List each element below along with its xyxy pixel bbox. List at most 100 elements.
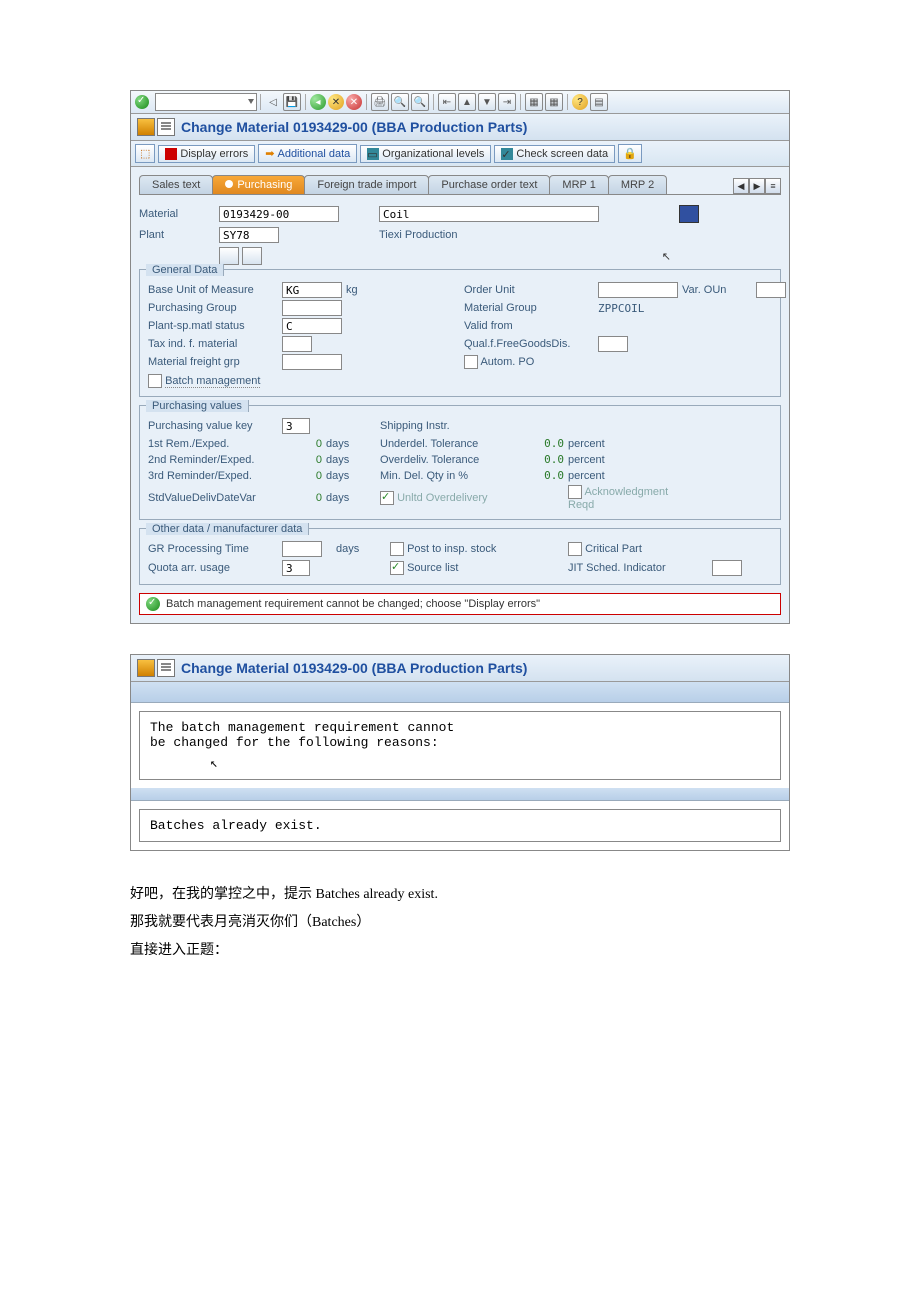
prev-page-icon[interactable]: ▲ (458, 93, 476, 111)
cursor-icon: ↖ (662, 250, 671, 263)
layout-icon[interactable]: ▤ (590, 93, 608, 111)
revision-icon[interactable] (219, 247, 239, 265)
first-page-icon[interactable]: ⇤ (438, 93, 456, 111)
tax-ind-label: Tax ind. f. material (148, 338, 278, 350)
save-icon[interactable]: 💾 (283, 93, 301, 111)
stdval-value: 0 (282, 492, 322, 504)
status-bar: Batch management requirement cannot be c… (139, 593, 781, 615)
lock-button[interactable]: 🔒 (618, 144, 642, 163)
active-dot-icon (225, 180, 233, 188)
base-uom-label: Base Unit of Measure (148, 284, 278, 296)
find-next-icon[interactable]: 🔍 (411, 93, 429, 111)
group-title: Other data / manufacturer data (146, 523, 309, 535)
system-toolbar: ◁ 💾 ◂ ✕ ✕ 🖨 🔍 🔍 ⇤ ▲ ▼ ⇥ ▦ ▦ ? ▤ (131, 91, 789, 114)
new-session-icon[interactable]: ▦ (525, 93, 543, 111)
cursor-icon: ↖ (210, 756, 218, 771)
tab-mrp2[interactable]: MRP 2 (608, 175, 667, 194)
help-icon[interactable]: ? (572, 94, 588, 110)
tab-mrp1[interactable]: MRP 1 (549, 175, 608, 194)
var-oun-input[interactable] (756, 282, 786, 298)
autopo-checkbox[interactable] (464, 355, 478, 369)
source-list-checkbox[interactable] (390, 561, 404, 575)
rem2-value: 0 (282, 454, 322, 466)
application-toolbar: ⬚ Display errors ➡Additional data ▭Organ… (131, 141, 789, 167)
expand-button[interactable]: ⬚ (135, 144, 155, 163)
dialog-title-bar: Change Material 0193429-00 (BBA Producti… (131, 655, 789, 682)
status-ok-icon (146, 597, 160, 611)
rem2-label: 2nd Reminder/Exped. (148, 454, 278, 466)
shortcut-icon[interactable]: ▦ (545, 93, 563, 111)
next-page-icon[interactable]: ▼ (478, 93, 496, 111)
arrow-right-icon: ➡ (265, 147, 274, 160)
print-icon[interactable]: 🖨 (371, 93, 389, 111)
doc-icon[interactable] (242, 247, 262, 265)
dialog-toolbar (131, 682, 789, 703)
material-group-value: ZPPCOIL (598, 302, 678, 315)
check-screen-button[interactable]: ✓Check screen data (494, 145, 615, 163)
material-group-label: Material Group (464, 302, 594, 314)
cancel-icon[interactable]: ✕ (346, 94, 362, 110)
dialog-message-2: Batches already exist. (139, 809, 781, 842)
tab-sales-text[interactable]: Sales text (139, 175, 213, 194)
nav-back-icon[interactable]: ◂ (310, 94, 326, 110)
mindel-label: Min. Del. Qty in % (380, 470, 510, 482)
additional-data-button[interactable]: ➡Additional data (258, 144, 357, 163)
material-desc-input[interactable] (379, 206, 599, 222)
order-unit-input[interactable] (598, 282, 678, 298)
critical-part-checkbox[interactable] (568, 542, 582, 556)
tab-purchasing[interactable]: Purchasing (212, 175, 305, 194)
qual-free-input[interactable] (598, 336, 628, 352)
material-input[interactable] (219, 206, 339, 222)
overdel-value: 0.0 (514, 453, 564, 466)
org-icon: ▭ (367, 148, 379, 160)
group-general-data: General Data Base Unit of Measure kg Ord… (139, 269, 781, 397)
dialog-title: Change Material 0193429-00 (BBA Producti… (181, 660, 527, 676)
jit-label: JIT Sched. Indicator (568, 562, 708, 574)
tab-list-icon[interactable]: ≡ (765, 178, 781, 194)
exit-icon[interactable]: ✕ (328, 94, 344, 110)
org-levels-button[interactable]: ▭Organizational levels (360, 145, 491, 163)
purch-group-input[interactable] (282, 300, 342, 316)
plant-label: Plant (139, 229, 219, 241)
article-text: 好吧，在我的掌控之中，提示 Batches already exist. 那我就… (130, 881, 790, 965)
underdel-value: 0.0 (514, 437, 564, 450)
plant-input[interactable] (219, 227, 279, 243)
dialog-separator (131, 788, 789, 801)
plant-status-input[interactable] (282, 318, 342, 334)
command-field[interactable] (155, 93, 257, 111)
app-icon (137, 659, 155, 677)
gr-time-label: GR Processing Time (148, 543, 278, 555)
info-button[interactable] (679, 205, 699, 223)
tax-ind-input[interactable] (282, 336, 312, 352)
display-errors-button[interactable]: Display errors (158, 145, 255, 163)
jit-input[interactable] (712, 560, 742, 576)
batch-mgmt-label: Batch management (165, 375, 260, 388)
tab-strip: Sales text Purchasing Foreign trade impo… (139, 175, 781, 195)
back-icon[interactable]: ◁ (265, 94, 281, 110)
overdel-label: Overdeliv. Tolerance (380, 454, 510, 466)
page-title: Change Material 0193429-00 (BBA Producti… (181, 119, 527, 135)
last-page-icon[interactable]: ⇥ (498, 93, 516, 111)
gr-time-input[interactable] (282, 541, 322, 557)
app-icon (137, 118, 155, 136)
ok-icon[interactable] (135, 95, 149, 109)
tab-foreign-trade[interactable]: Foreign trade import (304, 175, 429, 194)
batch-mgmt-checkbox[interactable] (148, 374, 162, 388)
valid-from-label: Valid from (464, 320, 594, 332)
check-icon: ✓ (501, 148, 513, 160)
freight-grp-input[interactable] (282, 354, 342, 370)
tab-po-text[interactable]: Purchase order text (428, 175, 550, 194)
rem1-value: 0 (282, 438, 322, 450)
stdval-label: StdValueDelivDateVar (148, 492, 278, 504)
quota-input[interactable] (282, 560, 310, 576)
tab-scroll-right-icon[interactable]: ▶ (749, 178, 765, 194)
tab-scroll-left-icon[interactable]: ◀ (733, 178, 749, 194)
post-insp-checkbox[interactable] (390, 542, 404, 556)
freight-grp-label: Material freight grp (148, 356, 278, 368)
group-purchasing-values: Purchasing values Purchasing value key S… (139, 405, 781, 520)
find-icon[interactable]: 🔍 (391, 93, 409, 111)
group-title: General Data (146, 264, 224, 276)
rem3-label: 3rd Reminder/Exped. (148, 470, 278, 482)
purch-key-input[interactable] (282, 418, 310, 434)
base-uom-input[interactable] (282, 282, 342, 298)
